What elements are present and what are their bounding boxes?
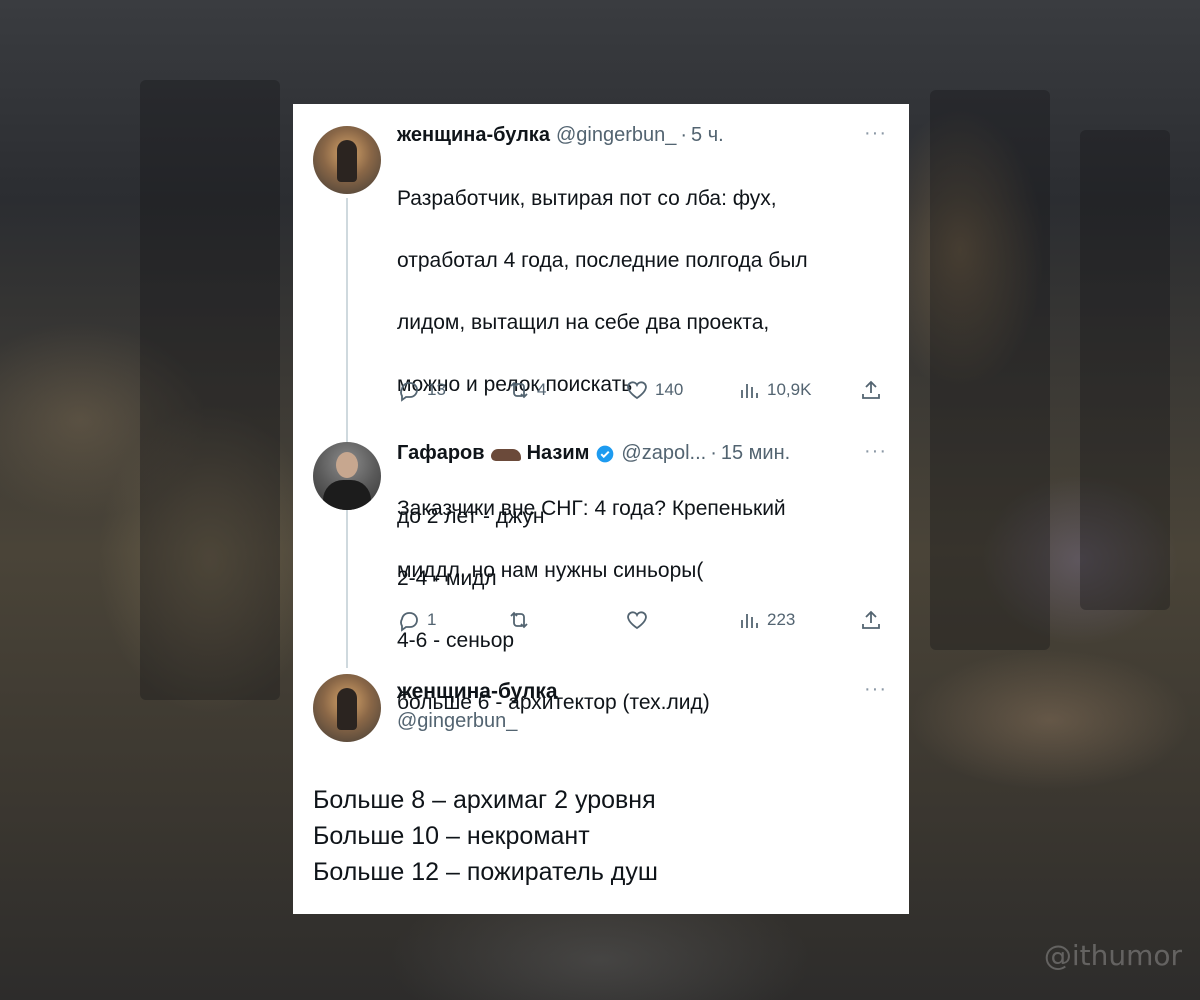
views-icon <box>741 384 758 398</box>
like-button[interactable]: 140 <box>625 378 683 402</box>
tweet-line: Разработчик, вытирая пот со лба: фух, <box>397 187 777 210</box>
tweet-line: лидом, вытащил на себе два проекта, <box>397 311 770 334</box>
tweet-3[interactable]: женщина-булка @gingerbun_ ··· Больше 8 –… <box>293 664 909 914</box>
timestamp[interactable]: 15 мин. <box>721 442 790 465</box>
repost-count: 4 <box>537 380 547 399</box>
tweet-header: Гафаров Назим @zapol... · 15 мин. <box>397 442 790 465</box>
background-tower <box>1080 130 1170 610</box>
views-icon <box>741 614 758 628</box>
tweet-line: Больше 8 – архимаг 2 уровня <box>313 786 656 814</box>
tweet-1[interactable]: женщина-булка @gingerbun_ · 5 ч. ··· Раз… <box>293 104 909 582</box>
reply-icon <box>400 382 418 402</box>
tweet-text: Больше 8 – архимаг 2 уровня Больше 10 – … <box>313 782 893 890</box>
more-icon[interactable]: ··· <box>864 440 887 463</box>
reply-count: 1 <box>427 610 437 629</box>
display-name[interactable]: женщина-булка <box>397 124 550 147</box>
views-button[interactable]: 223 <box>737 608 795 632</box>
reply-count: 13 <box>427 380 446 399</box>
tweet-actions: 1 223 <box>397 608 887 634</box>
watermark: @ithumor <box>1043 939 1182 972</box>
tweet-line: отработал 4 года, последние полгода был <box>397 249 808 272</box>
background-tower <box>930 90 1050 650</box>
share-button[interactable] <box>859 608 889 632</box>
tweet-thread-card: женщина-булка @gingerbun_ · 5 ч. ··· Раз… <box>293 104 909 914</box>
like-button[interactable] <box>625 608 655 632</box>
verified-badge-icon <box>597 445 614 462</box>
separator-dot: · <box>710 442 717 464</box>
user-handle[interactable]: @zapol... <box>621 442 706 465</box>
tweet-line: 2-4 - мидл <box>397 567 497 590</box>
tweet-2[interactable]: Гафаров Назим @zapol... · 15 мин. ··· до… <box>293 424 909 714</box>
display-name[interactable]: женщина-булка <box>397 680 558 704</box>
timestamp[interactable]: 5 ч. <box>691 124 724 147</box>
tweet-line: до 2 лет - джун <box>397 505 545 528</box>
separator-dot: · <box>680 124 688 146</box>
tweet-line: Больше 12 – пожиратель душ <box>313 858 658 886</box>
views-button[interactable]: 10,9K <box>737 378 811 402</box>
share-icon <box>862 610 880 629</box>
repost-icon <box>510 381 528 399</box>
shoe-emoji-icon <box>490 446 521 462</box>
more-icon[interactable]: ··· <box>864 678 887 701</box>
user-handle[interactable]: @gingerbun_ <box>556 124 676 147</box>
reply-icon <box>400 612 418 632</box>
avatar[interactable] <box>313 126 381 194</box>
like-count: 140 <box>655 380 684 399</box>
more-icon[interactable]: ··· <box>864 122 887 145</box>
like-icon <box>627 611 647 630</box>
repost-button[interactable] <box>507 608 537 632</box>
avatar[interactable] <box>313 442 381 510</box>
tweet-line: Больше 10 – некромант <box>313 822 590 850</box>
views-count: 223 <box>767 610 796 629</box>
tweet-actions: 13 4 140 10,9K <box>397 378 887 404</box>
tweet-header: женщина-булка @gingerbun_ · 5 ч. <box>397 124 724 147</box>
reply-button[interactable]: 1 <box>397 608 436 632</box>
background-tower <box>140 80 280 700</box>
share-button[interactable] <box>859 378 889 402</box>
like-icon <box>627 381 647 400</box>
display-name-last[interactable]: Назим <box>527 442 590 465</box>
repost-button[interactable]: 4 <box>507 378 546 402</box>
avatar[interactable] <box>313 674 381 742</box>
display-name-first[interactable]: Гафаров <box>397 442 485 465</box>
views-count: 10,9K <box>767 380 812 399</box>
reply-button[interactable]: 13 <box>397 378 446 402</box>
repost-icon <box>510 611 528 629</box>
share-icon <box>862 380 880 399</box>
user-handle[interactable]: @gingerbun_ <box>397 710 517 733</box>
